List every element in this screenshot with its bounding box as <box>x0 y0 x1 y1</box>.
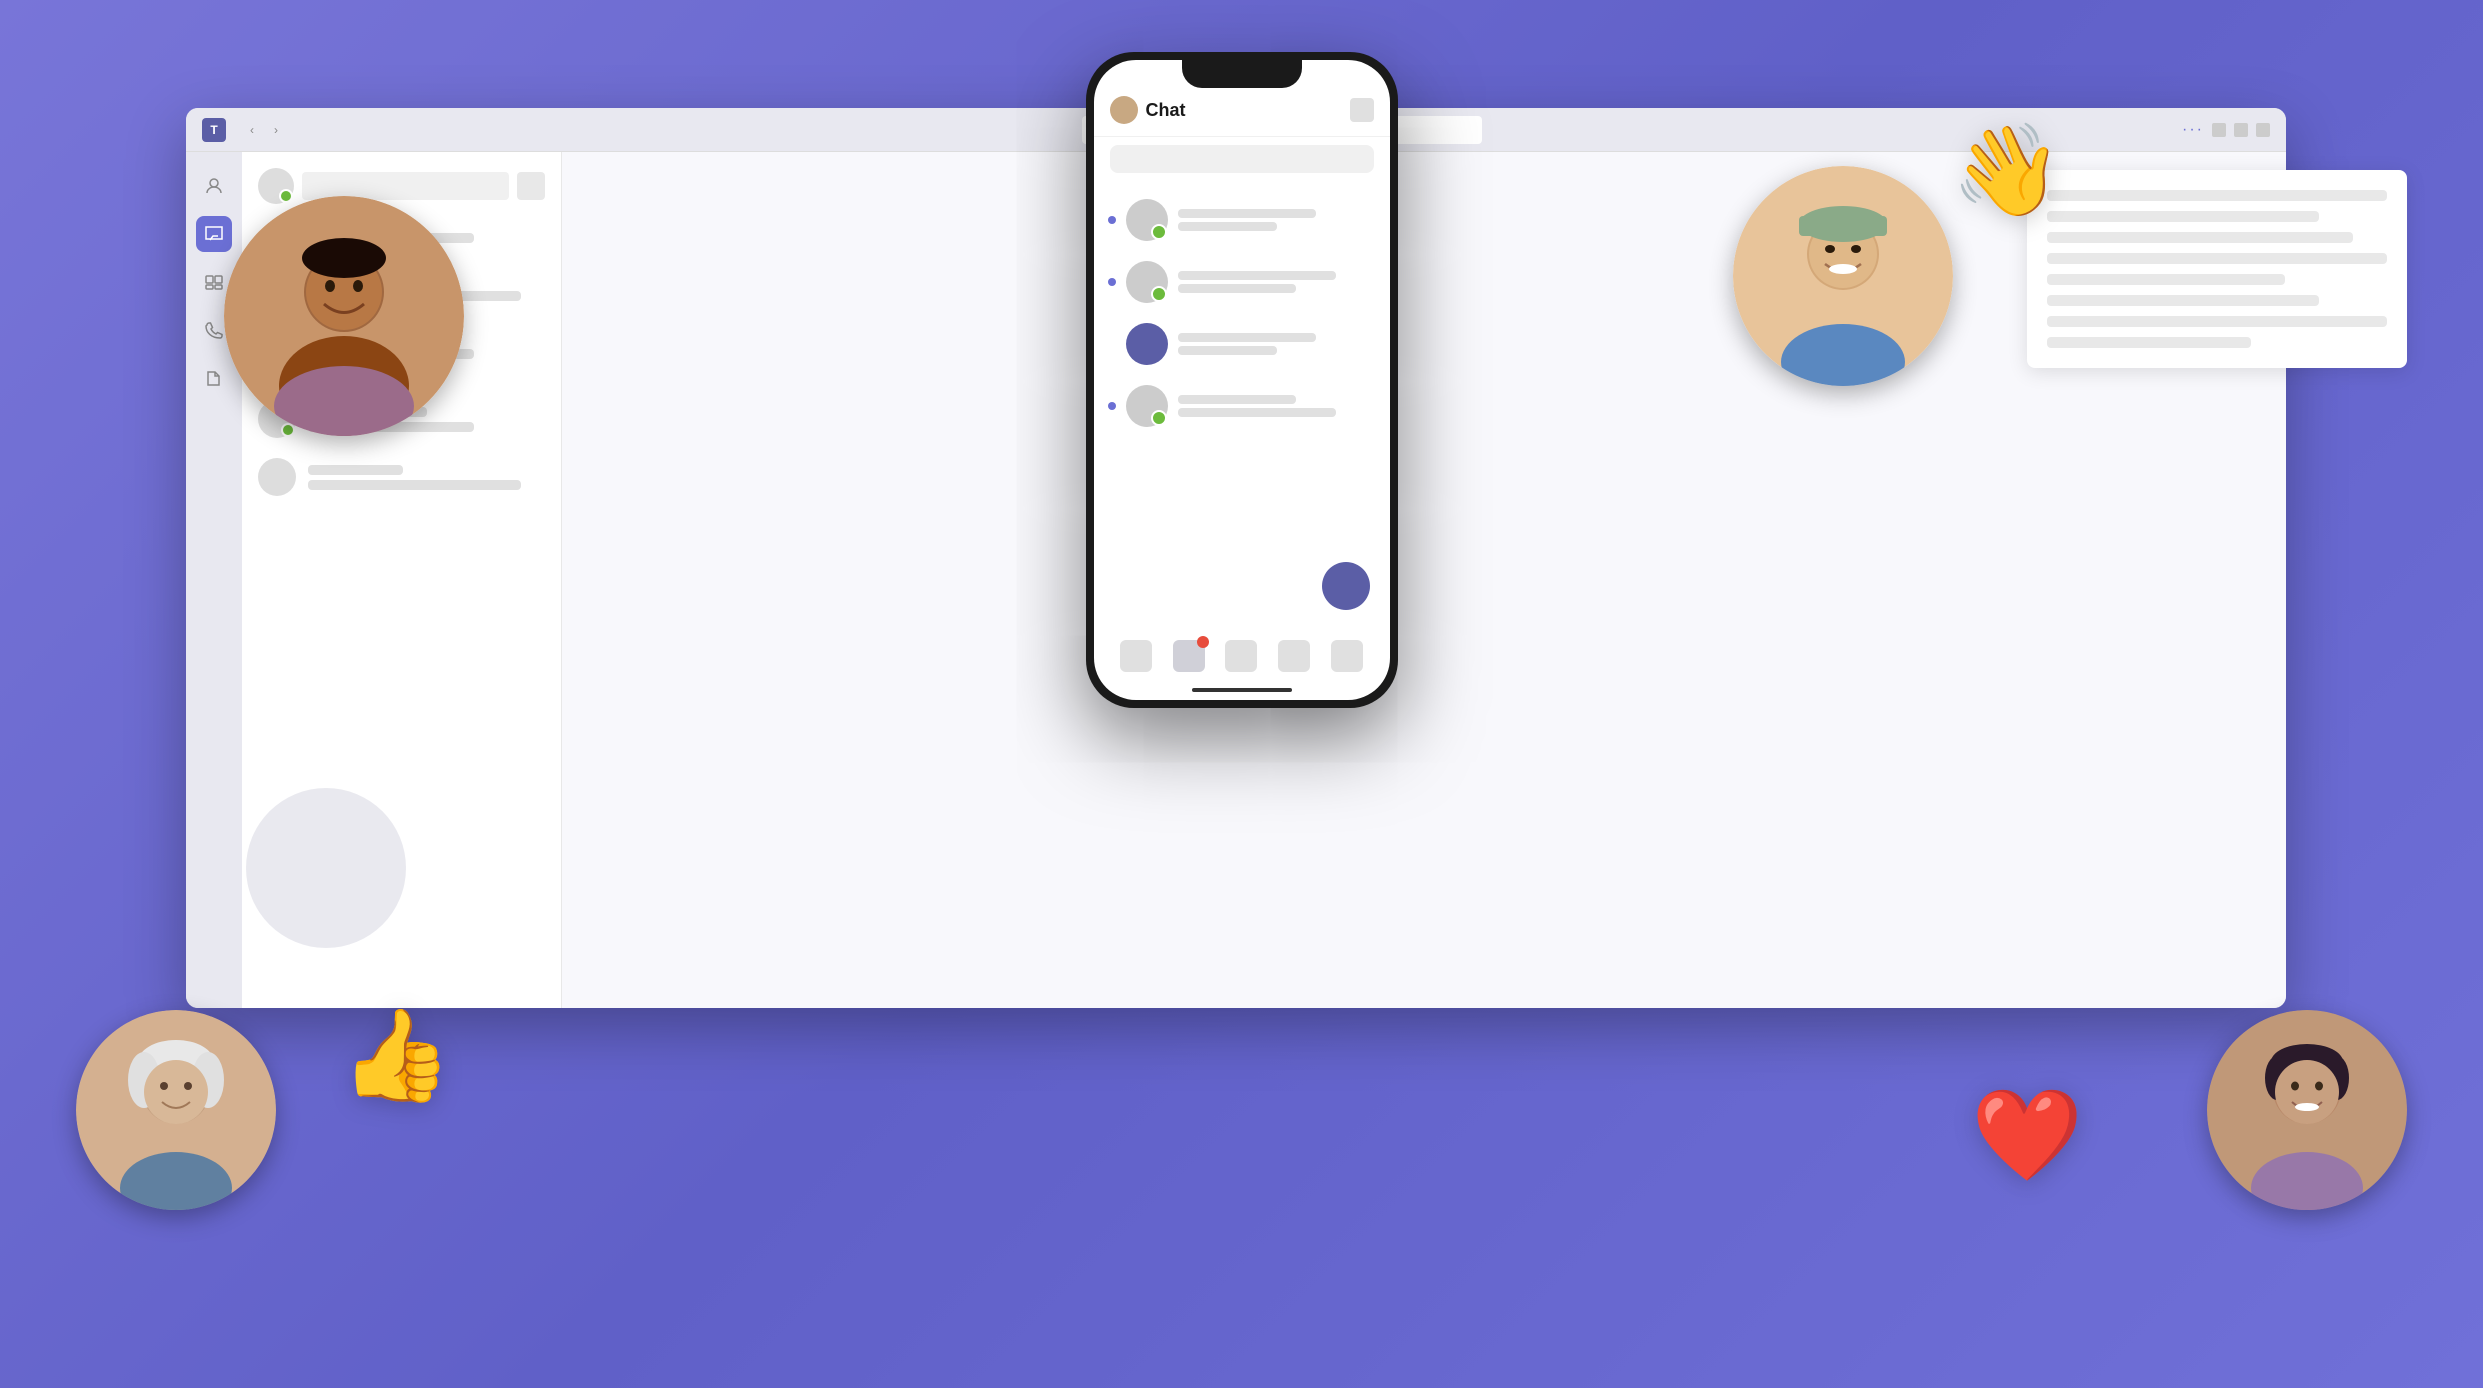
chat-item-content <box>1178 333 1376 355</box>
content-line <box>2047 232 2353 243</box>
content-line <box>2047 274 2285 285</box>
person-avatar-black-man <box>224 196 464 436</box>
card-content <box>2047 190 2387 348</box>
phone-chat-list <box>1094 181 1390 445</box>
content-line <box>2047 253 2387 264</box>
phone-nav-chat[interactable] <box>1173 640 1205 672</box>
sidebar-icon-activity[interactable] <box>196 168 232 204</box>
avatar <box>1126 199 1168 241</box>
content-line <box>2047 337 2251 348</box>
phone-notch <box>1182 60 1302 88</box>
person-face-svg <box>1733 166 1953 386</box>
avatar <box>1126 261 1168 303</box>
name-line <box>1178 395 1297 404</box>
avatar <box>1126 323 1168 365</box>
heart-emoji: ❤️ <box>1971 1083 2083 1188</box>
window-controls: ··· <box>2182 121 2270 139</box>
nav-badge <box>1197 636 1209 648</box>
teams-icon: T <box>202 118 226 142</box>
phone-nav-calendar[interactable] <box>1278 640 1310 672</box>
person-avatar-woman <box>2207 1010 2407 1210</box>
chat-item-content <box>1178 395 1376 417</box>
nav-controls: ‹ › <box>242 120 286 140</box>
phone-bottom-nav <box>1094 640 1390 672</box>
chat-item-content <box>1178 209 1376 231</box>
phone-nav-more[interactable] <box>1331 640 1363 672</box>
sidebar-icon-files[interactable] <box>196 360 232 396</box>
unread-dot <box>1108 402 1116 410</box>
more-options-icon[interactable]: ··· <box>2182 121 2204 139</box>
content-line <box>2047 211 2319 222</box>
unread-dot <box>1108 216 1116 224</box>
sidebar-icon-chat[interactable] <box>196 216 232 252</box>
content-line <box>2047 316 2387 327</box>
user-avatar[interactable] <box>258 168 294 204</box>
chat-preview-line <box>308 480 521 490</box>
content-line <box>2047 295 2319 306</box>
decorative-blob <box>246 788 406 948</box>
phone-nav-teams[interactable] <box>1225 640 1257 672</box>
waving-hand-emoji: 👋 <box>1951 118 2063 223</box>
person-face-svg <box>2207 1010 2407 1210</box>
chat-item-content <box>1178 271 1376 293</box>
avatar <box>258 458 296 496</box>
chat-item-content <box>308 465 545 490</box>
phone-nav-home[interactable] <box>1120 640 1152 672</box>
name-line <box>1178 271 1336 280</box>
content-line <box>2047 190 2387 201</box>
name-line <box>1178 209 1317 218</box>
minimize-button[interactable] <box>2212 123 2226 137</box>
person-avatar-older-woman <box>76 1010 276 1210</box>
preview-line <box>1178 346 1277 355</box>
name-line <box>1178 333 1317 342</box>
person-face-svg <box>76 1010 276 1210</box>
phone-user-avatar[interactable] <box>1110 96 1138 124</box>
phone-app-title: Chat <box>1146 100 1186 121</box>
phone-home-indicator <box>1192 688 1292 692</box>
nav-forward-button[interactable]: › <box>266 120 286 140</box>
maximize-button[interactable] <box>2234 123 2248 137</box>
phone-fab-button[interactable] <box>1322 562 1370 610</box>
floating-content-card <box>2027 170 2407 368</box>
preview-line <box>1178 284 1297 293</box>
preview-line <box>1178 408 1336 417</box>
person-face-svg <box>224 196 464 436</box>
filter-button[interactable] <box>517 172 545 200</box>
thumbs-up-emoji: 👍 <box>340 1003 452 1108</box>
preview-line <box>1178 222 1277 231</box>
chat-name-line <box>308 465 403 475</box>
person-avatar-asian-man <box>1733 166 1953 386</box>
mobile-phone: Chat <box>1086 52 1398 708</box>
chat-item[interactable] <box>242 448 561 506</box>
phone-chat-item[interactable] <box>1094 189 1390 251</box>
svg-text:T: T <box>210 123 218 137</box>
phone-screen: Chat <box>1094 60 1390 700</box>
phone-menu-button[interactable] <box>1350 98 1374 122</box>
phone-search-bar[interactable] <box>1110 145 1374 173</box>
avatar <box>1126 385 1168 427</box>
phone-chat-item[interactable] <box>1094 375 1390 437</box>
phone-chat-item[interactable] <box>1094 313 1390 375</box>
phone-chat-item[interactable] <box>1094 251 1390 313</box>
unread-dot <box>1108 278 1116 286</box>
close-button[interactable] <box>2256 123 2270 137</box>
nav-back-button[interactable]: ‹ <box>242 120 262 140</box>
phone-header-left: Chat <box>1110 96 1186 124</box>
